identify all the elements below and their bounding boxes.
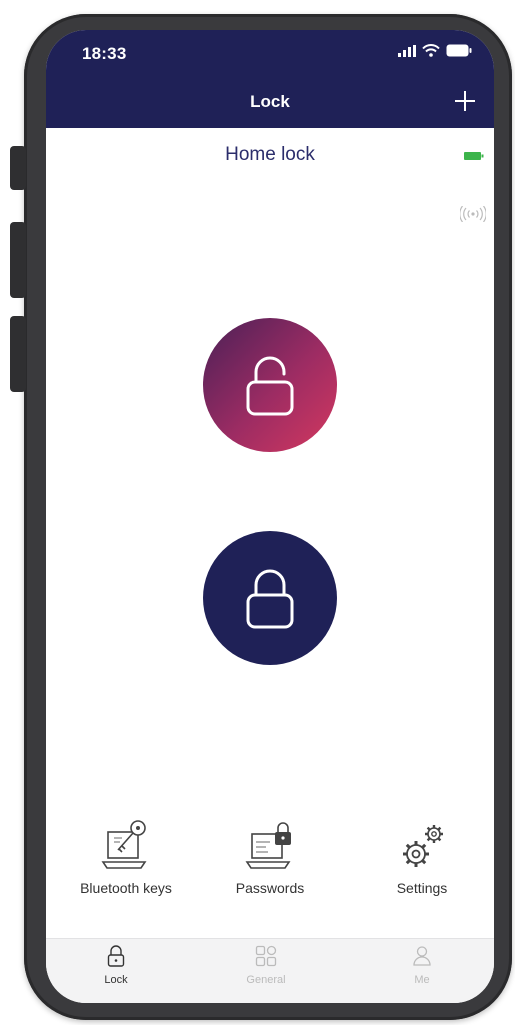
- lock-battery-icon: [464, 152, 484, 160]
- wifi-icon: [422, 44, 440, 57]
- add-lock-button[interactable]: [452, 88, 478, 114]
- unlocked-padlock-icon: [246, 356, 294, 416]
- password-laptop-icon: [245, 822, 291, 869]
- lock-tab-icon: [107, 945, 125, 967]
- header-bar: 18:33 Lock: [46, 30, 494, 128]
- settings-button[interactable]: Settings: [352, 812, 492, 896]
- plus-icon: [455, 91, 475, 111]
- tab-me-label: Me: [414, 974, 430, 986]
- battery-icon: [446, 44, 472, 57]
- status-icons: [398, 44, 472, 57]
- grid-icon: [255, 945, 277, 967]
- tab-me[interactable]: Me: [372, 945, 472, 986]
- gears-icon: [403, 825, 443, 867]
- tab-general-label: General: [246, 974, 286, 986]
- status-time: 18:33: [82, 44, 127, 63]
- lock-name: Home lock: [225, 144, 315, 165]
- passwords-button[interactable]: Passwords: [200, 812, 340, 896]
- tab-bar: Lock General Me: [46, 938, 494, 1003]
- bluetooth-key-icon: [101, 820, 147, 869]
- page-title: Lock: [250, 92, 290, 111]
- cellular-signal-icon: [398, 44, 416, 57]
- tab-general[interactable]: General: [216, 945, 316, 986]
- passwords-label: Passwords: [235, 880, 305, 896]
- bluetooth-keys-label: Bluetooth keys: [80, 880, 172, 896]
- side-button-silent: [10, 146, 26, 190]
- unlock-button[interactable]: [203, 318, 337, 452]
- locked-padlock-icon: [246, 569, 294, 629]
- tab-lock-label: Lock: [104, 974, 128, 986]
- phone-screen: 18:33 Lock Home lock Bluetooth keys Pass…: [46, 30, 494, 1003]
- bluetooth-keys-button[interactable]: Bluetooth keys: [56, 812, 196, 896]
- side-button-volume-up: [10, 222, 26, 298]
- person-icon: [413, 946, 431, 966]
- lock-button[interactable]: [203, 531, 337, 665]
- settings-label: Settings: [396, 880, 448, 896]
- wireless-signal-icon: [460, 206, 486, 222]
- tab-lock[interactable]: Lock: [66, 945, 166, 986]
- side-button-volume-down: [10, 316, 26, 392]
